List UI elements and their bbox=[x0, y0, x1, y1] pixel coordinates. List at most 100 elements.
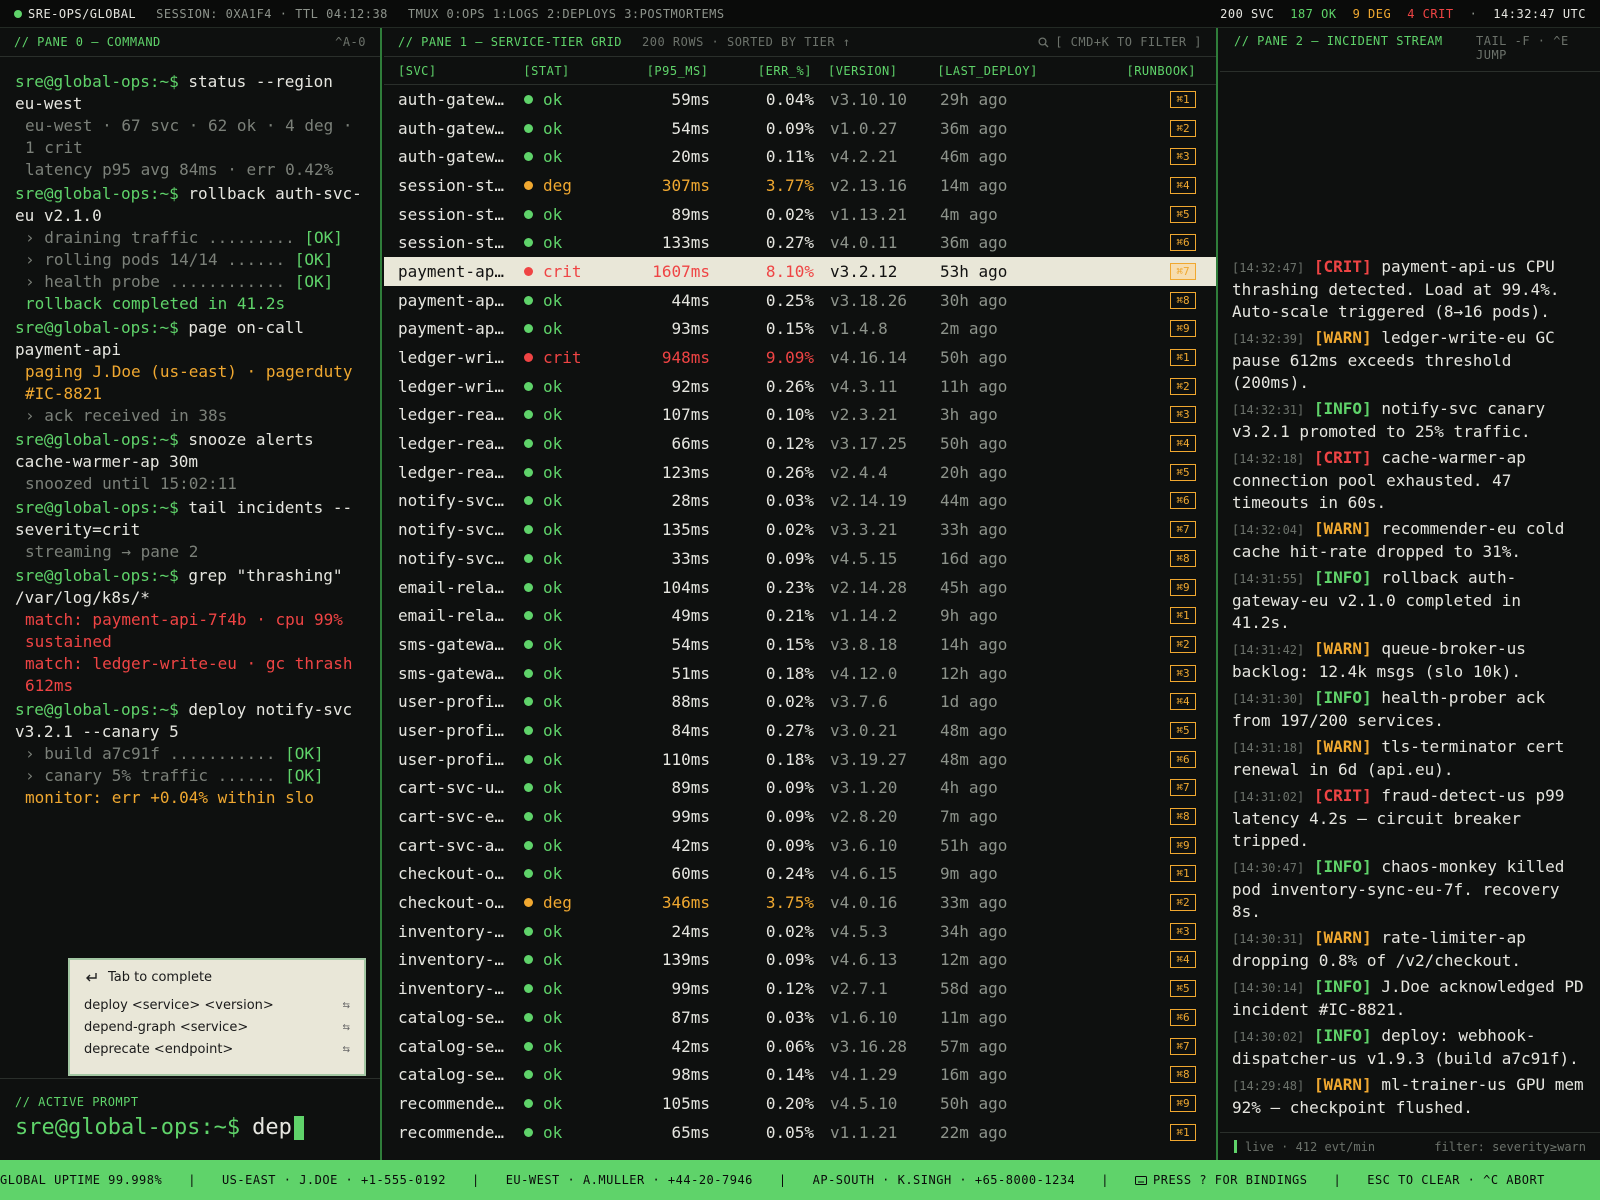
table-row[interactable]: inventory-… ok 24ms 0.02% v4.5.3 34h ago ⌘3 bbox=[384, 917, 1216, 946]
runbook-button[interactable]: ⌘1 bbox=[1170, 349, 1196, 367]
col-p95[interactable]: [P95_MS] bbox=[613, 64, 709, 78]
table-row[interactable]: cart-svc-u… ok 89ms 0.09% v3.1.20 4h ago ⌘7 bbox=[384, 774, 1216, 803]
runbook-button[interactable]: ⌘6 bbox=[1170, 234, 1196, 252]
table-row[interactable]: auth-gatew… ok 54ms 0.09% v1.0.27 36m ago ⌘2 bbox=[384, 114, 1216, 143]
table-row[interactable]: ledger-rea… ok 107ms 0.10% v2.3.21 3h ago ⌘3 bbox=[384, 401, 1216, 430]
help-hint[interactable]: PRESS ? FOR BINDINGS bbox=[1135, 1173, 1308, 1187]
runbook-button[interactable]: ⌘9 bbox=[1170, 836, 1196, 854]
runbook-button[interactable]: ⌘6 bbox=[1170, 750, 1196, 768]
runbook-button[interactable]: ⌘4 bbox=[1170, 435, 1196, 453]
table-row[interactable]: payment-ap… ok 93ms 0.15% v1.4.8 2m ago ⌘9 bbox=[384, 315, 1216, 344]
table-row[interactable]: sms-gatewa… ok 54ms 0.15% v3.8.18 14h ago ⌘2 bbox=[384, 630, 1216, 659]
runbook-button[interactable]: ⌘7 bbox=[1170, 262, 1196, 280]
table-row[interactable]: recommende… ok 65ms 0.05% v1.1.21 22m ago ⌘1 bbox=[384, 1118, 1216, 1147]
table-row[interactable]: notify-svc… ok 135ms 0.02% v3.3.21 33h ago ⌘7 bbox=[384, 515, 1216, 544]
autocomplete-popup[interactable]: Tab to complete deploy <service> <versio… bbox=[68, 958, 366, 1076]
active-prompt[interactable]: // ACTIVE PROMPT sre@global-ops:~$ dep bbox=[0, 1078, 380, 1160]
runbook-button[interactable]: ⌘8 bbox=[1170, 1066, 1196, 1084]
incident-event[interactable]: [14:29:48] [WARN] ml-trainer-us GPU mem … bbox=[1232, 1074, 1586, 1119]
command-input[interactable]: dep bbox=[252, 1115, 292, 1140]
table-row[interactable]: cart-svc-e… ok 99ms 0.09% v2.8.20 7m ago ⌘8 bbox=[384, 802, 1216, 831]
table-row[interactable]: session-st… deg 307ms 3.77% v2.13.16 14m ago ⌘… bbox=[384, 171, 1216, 200]
table-row[interactable]: email-rela… ok 104ms 0.23% v2.14.28 45h ago ⌘9 bbox=[384, 573, 1216, 602]
runbook-button[interactable]: ⌘8 bbox=[1170, 291, 1196, 309]
runbook-button[interactable]: ⌘7 bbox=[1170, 779, 1196, 797]
autocomplete-item[interactable]: depend-graph <service> ⇆ bbox=[84, 1017, 350, 1039]
runbook-button[interactable]: ⌘9 bbox=[1170, 578, 1196, 596]
incident-event[interactable]: [14:31:02] [CRIT] fraud-detect-us p99 la… bbox=[1232, 785, 1586, 852]
runbook-button[interactable]: ⌘5 bbox=[1170, 205, 1196, 223]
table-row[interactable]: payment-ap… crit 1607ms 8.10% v3.2.12 53h ago… bbox=[384, 257, 1216, 286]
incident-event[interactable]: [14:32:39] [WARN] ledger-write-eu GC pau… bbox=[1232, 327, 1586, 394]
runbook-button[interactable]: ⌘8 bbox=[1170, 549, 1196, 567]
command-pane[interactable]: // PANE 0 — COMMAND ^A-0 sre@global-ops:… bbox=[0, 28, 382, 1160]
runbook-button[interactable]: ⌘1 bbox=[1170, 90, 1196, 108]
incident-event[interactable]: [14:32:18] [CRIT] cache-warmer-ap connec… bbox=[1232, 447, 1586, 514]
table-row[interactable]: sms-gatewa… ok 51ms 0.18% v4.12.0 12h ago ⌘3 bbox=[384, 659, 1216, 688]
col-err[interactable]: [ERR_%] bbox=[708, 64, 812, 78]
table-row[interactable]: ledger-wri… ok 92ms 0.26% v4.3.11 11h ago ⌘2 bbox=[384, 372, 1216, 401]
runbook-button[interactable]: ⌘7 bbox=[1170, 1037, 1196, 1055]
table-row[interactable]: ledger-wri… crit 948ms 9.09% v4.16.14 50h ago… bbox=[384, 343, 1216, 372]
runbook-button[interactable]: ⌘2 bbox=[1170, 635, 1196, 653]
incident-stream-pane[interactable]: // PANE 2 — INCIDENT STREAM TAIL -F · ^E… bbox=[1220, 28, 1600, 1160]
stream-filter[interactable]: filter: severity≥warn bbox=[1434, 1140, 1586, 1154]
incident-event[interactable]: [14:30:14] [INFO] J.Doe acknowledged PD … bbox=[1232, 976, 1586, 1021]
table-row[interactable]: inventory-… ok 99ms 0.12% v2.7.1 58d ago ⌘5 bbox=[384, 974, 1216, 1003]
table-row[interactable]: email-rela… ok 49ms 0.21% v1.14.2 9h ago ⌘1 bbox=[384, 601, 1216, 630]
table-row[interactable]: user-profi… ok 110ms 0.18% v3.19.27 48m ago ⌘6 bbox=[384, 745, 1216, 774]
table-row[interactable]: user-profi… ok 88ms 0.02% v3.7.6 1d ago ⌘4 bbox=[384, 687, 1216, 716]
table-row[interactable]: auth-gatew… ok 20ms 0.11% v4.2.21 46m ago ⌘3 bbox=[384, 142, 1216, 171]
runbook-button[interactable]: ⌘4 bbox=[1170, 176, 1196, 194]
col-last-deploy[interactable]: [LAST_DEPLOY] bbox=[937, 64, 1126, 78]
table-row[interactable]: session-st… ok 89ms 0.02% v1.13.21 4m ago ⌘5 bbox=[384, 200, 1216, 229]
table-row[interactable]: ledger-rea… ok 123ms 0.26% v2.4.4 20h ago ⌘5 bbox=[384, 458, 1216, 487]
runbook-button[interactable]: ⌘4 bbox=[1170, 951, 1196, 969]
table-row[interactable]: payment-ap… ok 44ms 0.25% v3.18.26 30h ago ⌘8 bbox=[384, 286, 1216, 315]
incident-event[interactable]: [14:30:02] [INFO] deploy: webhook-dispat… bbox=[1232, 1025, 1586, 1070]
table-row[interactable]: notify-svc… ok 33ms 0.09% v4.5.15 16d ago ⌘8 bbox=[384, 544, 1216, 573]
incident-event[interactable]: [14:30:31] [WARN] rate-limiter-ap droppi… bbox=[1232, 927, 1586, 972]
table-row[interactable]: session-st… ok 133ms 0.27% v4.0.11 36m ago ⌘6 bbox=[384, 228, 1216, 257]
runbook-button[interactable]: ⌘5 bbox=[1170, 721, 1196, 739]
table-row[interactable]: cart-svc-a… ok 42ms 0.09% v3.6.10 51h ago ⌘9 bbox=[384, 831, 1216, 860]
runbook-button[interactable]: ⌘3 bbox=[1170, 922, 1196, 940]
runbook-button[interactable]: ⌘6 bbox=[1170, 492, 1196, 510]
runbook-button[interactable]: ⌘4 bbox=[1170, 693, 1196, 711]
table-row[interactable]: recommende… ok 105ms 0.20% v4.5.10 50h ago ⌘9 bbox=[384, 1089, 1216, 1118]
autocomplete-item[interactable]: deprecate <endpoint> ⇆ bbox=[84, 1039, 350, 1061]
runbook-button[interactable]: ⌘2 bbox=[1170, 894, 1196, 912]
table-row[interactable]: notify-svc… ok 28ms 0.03% v2.14.19 44m ago ⌘6 bbox=[384, 487, 1216, 516]
runbook-button[interactable]: ⌘7 bbox=[1170, 521, 1196, 539]
runbook-button[interactable]: ⌘1 bbox=[1170, 865, 1196, 883]
runbook-button[interactable]: ⌘1 bbox=[1170, 607, 1196, 625]
table-row[interactable]: ledger-rea… ok 66ms 0.12% v3.17.25 50h ago ⌘4 bbox=[384, 429, 1216, 458]
table-row[interactable]: auth-gatew… ok 59ms 0.04% v3.10.10 29h ago ⌘1 bbox=[384, 85, 1216, 114]
table-row[interactable]: user-profi… ok 84ms 0.27% v3.0.21 48m ago ⌘5 bbox=[384, 716, 1216, 745]
runbook-button[interactable]: ⌘5 bbox=[1170, 463, 1196, 481]
table-row[interactable]: catalog-se… ok 98ms 0.14% v4.1.29 16m ago ⌘8 bbox=[384, 1060, 1216, 1089]
col-svc[interactable]: [SVC] bbox=[384, 64, 513, 78]
table-row[interactable]: inventory-… ok 139ms 0.09% v4.6.13 12m ago ⌘4 bbox=[384, 946, 1216, 975]
incident-event[interactable]: [14:32:47] [CRIT] payment-api-us CPU thr… bbox=[1232, 256, 1586, 323]
service-grid-pane[interactable]: // PANE 1 — SERVICE-TIER GRID 200 ROWS ·… bbox=[384, 28, 1218, 1160]
col-runbook[interactable]: [RUNBOOK] bbox=[1126, 64, 1216, 78]
incident-event[interactable]: [14:32:04] [WARN] recommender-eu cold ca… bbox=[1232, 518, 1586, 563]
incident-event[interactable]: [14:31:42] [WARN] queue-broker-us backlo… bbox=[1232, 638, 1586, 683]
runbook-button[interactable]: ⌘8 bbox=[1170, 808, 1196, 826]
table-row[interactable]: checkout-o… ok 60ms 0.24% v4.6.15 9m ago ⌘1 bbox=[384, 860, 1216, 889]
runbook-button[interactable]: ⌘6 bbox=[1170, 1008, 1196, 1026]
col-version[interactable]: [VERSION] bbox=[812, 64, 937, 78]
table-row[interactable]: catalog-se… ok 42ms 0.06% v3.16.28 57m ago ⌘7 bbox=[384, 1032, 1216, 1061]
runbook-button[interactable]: ⌘3 bbox=[1170, 406, 1196, 424]
col-stat[interactable]: [STAT] bbox=[513, 64, 613, 78]
runbook-button[interactable]: ⌘5 bbox=[1170, 980, 1196, 998]
incident-event[interactable]: [14:30:47] [INFO] chaos-monkey killed po… bbox=[1232, 856, 1586, 923]
autocomplete-item[interactable]: deploy <service> <version> ⇆ bbox=[84, 995, 350, 1017]
terminal-history[interactable]: sre@global-ops:~$ status --region eu-wes… bbox=[0, 57, 380, 809]
incident-event[interactable]: [14:31:18] [WARN] tls-terminator cert re… bbox=[1232, 736, 1586, 781]
runbook-button[interactable]: ⌘9 bbox=[1170, 320, 1196, 338]
runbook-button[interactable]: ⌘2 bbox=[1170, 119, 1196, 137]
filter-hint[interactable]: [ CMD+K TO FILTER ] bbox=[1038, 35, 1202, 49]
runbook-button[interactable]: ⌘3 bbox=[1170, 664, 1196, 682]
